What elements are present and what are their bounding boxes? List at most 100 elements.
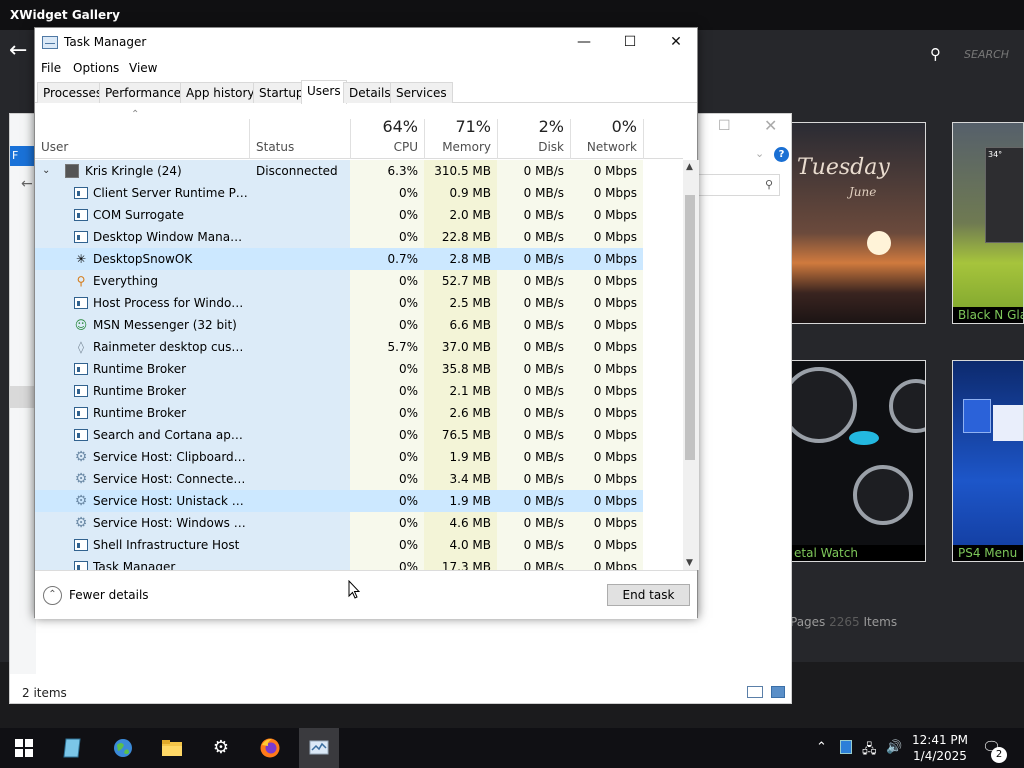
header-memory[interactable]: Memory [424, 140, 491, 154]
process-row[interactable]: Host Process for Windows ... 0% 2.5 MB 0 MB… [35, 292, 643, 314]
search-icon[interactable]: ⚲ [930, 45, 941, 63]
process-row[interactable]: COM Surrogate 0% 2.0 MB 0 MB/s 0 Mbps [35, 204, 643, 226]
process-memory: 17.3 MB [424, 556, 497, 570]
header-network[interactable]: Network [570, 140, 637, 154]
process-row[interactable]: Runtime Broker 0% 2.1 MB 0 MB/s 0 Mbps [35, 380, 643, 402]
header-status[interactable]: Status [256, 140, 294, 154]
explorer-nav-selected[interactable] [10, 386, 36, 408]
process-name: Search and Cortana applic... [93, 428, 248, 442]
widget-thumbnail-black-n-glass[interactable]: 34° Black N Gla [952, 122, 1024, 324]
firefox-icon[interactable] [250, 734, 290, 764]
explorer-back-icon[interactable]: ← [21, 176, 33, 192]
process-row[interactable]: ⚙ Service Host: Clipboard Us... 0% 1.9 MB 0 … [35, 446, 643, 468]
end-task-button[interactable]: End task [607, 584, 690, 606]
header-disk[interactable]: Disk [497, 140, 564, 154]
tab-performance[interactable]: Performance [99, 82, 188, 103]
process-cpu: 0% [350, 204, 424, 226]
file-explorer-icon[interactable] [152, 734, 192, 764]
header-cpu[interactable]: CPU [350, 140, 418, 154]
globe-icon[interactable] [103, 734, 143, 764]
window-icon [74, 187, 88, 199]
process-disk: 0 MB/s [497, 512, 570, 534]
watch-dial-icon [853, 465, 913, 525]
windows-start-icon[interactable] [4, 734, 44, 764]
large-icons-view-icon[interactable] [771, 686, 785, 698]
task-manager-icon[interactable] [299, 728, 339, 768]
header-user[interactable]: User [41, 140, 68, 154]
process-row[interactable]: ☺ MSN Messenger (32 bit) 0% 6.6 MB 0 MB/s 0 M… [35, 314, 643, 336]
tray-app-icon[interactable] [840, 740, 852, 754]
process-row[interactable]: ⚙Service Host: Windows Pus...0%4.6 MB0 M… [35, 512, 643, 534]
fewer-details-link[interactable]: Fewer details [69, 588, 149, 602]
thumbnail-date-text: Tuesday [797, 155, 890, 180]
details-view-icon[interactable] [747, 686, 763, 698]
vertical-scrollbar[interactable]: ▲ ▼ [683, 160, 699, 570]
back-arrow-icon[interactable]: ← [9, 38, 27, 63]
close-button[interactable]: ✕ [653, 31, 699, 55]
process-row[interactable]: ⚙Service Host: Unistack Serv...0%1.9 MB0… [35, 490, 643, 512]
minimize-button[interactable]: — [561, 31, 607, 55]
process-name-cell: Client Server Runtime Proc... [35, 182, 350, 204]
process-name-cell: Host Process for Windows ... [35, 292, 350, 314]
settings-gear-icon[interactable]: ⚙ [201, 734, 241, 764]
help-icon[interactable]: ? [774, 147, 789, 162]
process-row[interactable]: ⚙Service Host: Connected D...0%3.4 MB0 M… [35, 468, 643, 490]
header-network-percent[interactable]: 0% [570, 117, 637, 136]
process-row[interactable]: Runtime Broker 0% 2.6 MB 0 MB/s 0 Mbps [35, 402, 643, 424]
maximize-icon[interactable]: ☐ [718, 118, 731, 134]
system-clock[interactable]: 12:41 PM 1/4/2025 [910, 732, 970, 764]
process-network: 0 Mbps [570, 336, 643, 358]
process-row[interactable]: ◊Rainmeter desktop custom...5.7%37.0 MB0… [35, 336, 643, 358]
pages-count: 2265 [829, 615, 860, 629]
tab-app-history[interactable]: App history [180, 82, 261, 103]
tab-details[interactable]: Details [343, 82, 397, 103]
scroll-down-arrow-icon[interactable]: ▼ [686, 558, 693, 568]
clock-time: 12:41 PM [912, 733, 968, 747]
widget-thumbnail-sunset[interactable]: Tuesday June [788, 122, 926, 324]
tab-processes[interactable]: Processes [37, 82, 109, 103]
scroll-thumb[interactable] [685, 195, 695, 460]
menu-file[interactable]: File [41, 61, 61, 75]
process-cpu: 0% [350, 226, 424, 248]
process-disk: 0 MB/s [497, 380, 570, 402]
process-cpu: 0% [350, 270, 424, 292]
network-icon[interactable]: 🖧 [862, 740, 877, 762]
process-row[interactable]: Desktop Window Manager 0% 22.8 MB 0 MB/s 0 M… [35, 226, 643, 248]
process-memory: 6.6 MB [424, 314, 497, 336]
messenger-icon: ☺ [74, 318, 88, 332]
header-memory-percent[interactable]: 71% [424, 117, 491, 136]
process-row[interactable]: ✳ DesktopSnowOK 0.7% 2.8 MB 0 MB/s 0 Mbps [35, 248, 643, 270]
show-hidden-icons-chevron-icon[interactable]: ⌃ [816, 740, 827, 755]
user-row[interactable]: ⌄ Kris Kringle (24) Disconnected 6.3% 31… [35, 160, 643, 182]
process-row[interactable]: Task Manager 0% 17.3 MB 0 MB/s 0 Mbps [35, 556, 643, 570]
explorer-search-input[interactable]: ⚲ [696, 174, 780, 196]
widget-thumbnail-ps4-menu[interactable]: PS4 Menu [952, 360, 1024, 562]
chevron-down-icon[interactable]: ⌄ [42, 160, 50, 182]
window-icon [74, 363, 88, 375]
maximize-button[interactable]: ☐ [607, 31, 653, 55]
process-row[interactable]: Runtime Broker 0% 35.8 MB 0 MB/s 0 Mbps [35, 358, 643, 380]
chevron-up-circle-icon[interactable]: ⌃ [43, 586, 62, 605]
header-cpu-percent[interactable]: 64% [350, 117, 418, 136]
widget-thumbnail-metal-watch[interactable]: etal Watch [788, 360, 926, 562]
scroll-up-arrow-icon[interactable]: ▲ [686, 162, 693, 172]
tab-services[interactable]: Services [390, 82, 453, 103]
tab-users[interactable]: Users [301, 80, 347, 104]
window-icon [74, 385, 88, 397]
chevron-down-icon[interactable]: ⌄ [755, 147, 764, 160]
header-disk-percent[interactable]: 2% [497, 117, 564, 136]
title-bar[interactable]: Task Manager — ☐ ✕ [35, 28, 697, 58]
process-row[interactable]: ⚲ Everything 0% 52.7 MB 0 MB/s 0 Mbps [35, 270, 643, 292]
process-memory: 1.9 MB [424, 446, 497, 468]
volume-icon[interactable]: 🔊 [886, 740, 902, 755]
process-row[interactable]: Search and Cortana applic... 0% 76.5 MB 0 M… [35, 424, 643, 446]
process-name: COM Surrogate [93, 208, 185, 222]
search-input[interactable]: SEARCH [964, 48, 1009, 61]
process-row[interactable]: Client Server Runtime Proc...0%0.9 MB0 M… [35, 182, 643, 204]
menu-view[interactable]: View [129, 61, 157, 75]
process-name-cell: COM Surrogate [35, 204, 350, 226]
notepad-icon[interactable] [53, 734, 93, 764]
process-row[interactable]: Shell Infrastructure Host 0% 4.0 MB 0 MB/s 0… [35, 534, 643, 556]
close-icon[interactable]: ✕ [764, 116, 777, 135]
menu-options[interactable]: Options [73, 61, 119, 75]
